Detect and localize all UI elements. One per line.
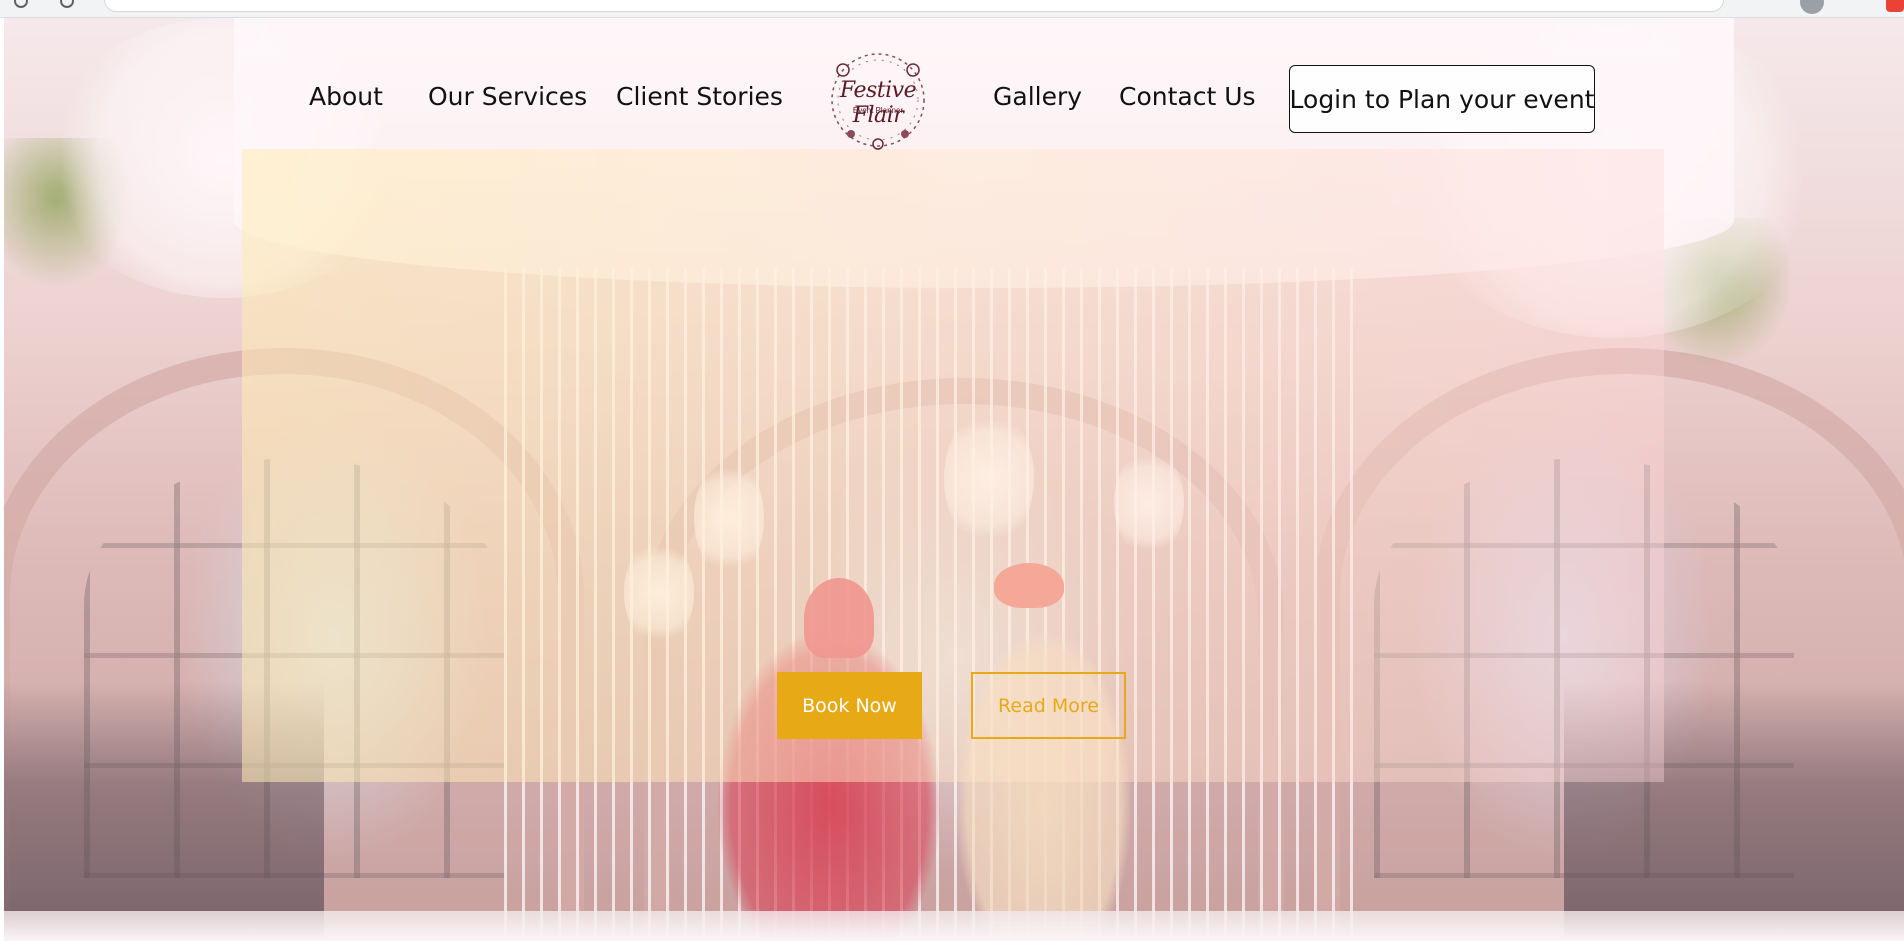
login-button[interactable]: Login to Plan your event xyxy=(1289,65,1595,133)
logo-subtitle: Event Planner xyxy=(852,106,904,115)
nav-contact-us[interactable]: Contact Us xyxy=(1119,82,1256,111)
address-bar[interactable] xyxy=(104,0,1724,12)
site-info-icon[interactable] xyxy=(60,0,74,8)
festive-flair-logo[interactable]: Festive Flair Event Planner xyxy=(821,46,935,154)
nav-our-services[interactable]: Our Services xyxy=(428,82,587,111)
book-now-button[interactable]: Book Now xyxy=(777,672,922,739)
hero-section: About Our Services Client Stories Festiv… xyxy=(4,18,1904,941)
reload-icon[interactable] xyxy=(14,0,28,8)
main-navigation: About Our Services Client Stories Festiv… xyxy=(4,18,1904,150)
browser-toolbar xyxy=(0,0,1904,18)
nav-about[interactable]: About xyxy=(309,82,383,111)
hero-content-overlay xyxy=(242,149,1664,782)
read-more-button[interactable]: Read More xyxy=(971,672,1126,739)
nav-client-stories[interactable]: Client Stories xyxy=(616,82,783,111)
logo-title: Festive Flair xyxy=(839,78,917,128)
nav-gallery[interactable]: Gallery xyxy=(993,82,1082,111)
extension-icon[interactable] xyxy=(1886,0,1904,12)
profile-avatar[interactable] xyxy=(1800,0,1824,14)
